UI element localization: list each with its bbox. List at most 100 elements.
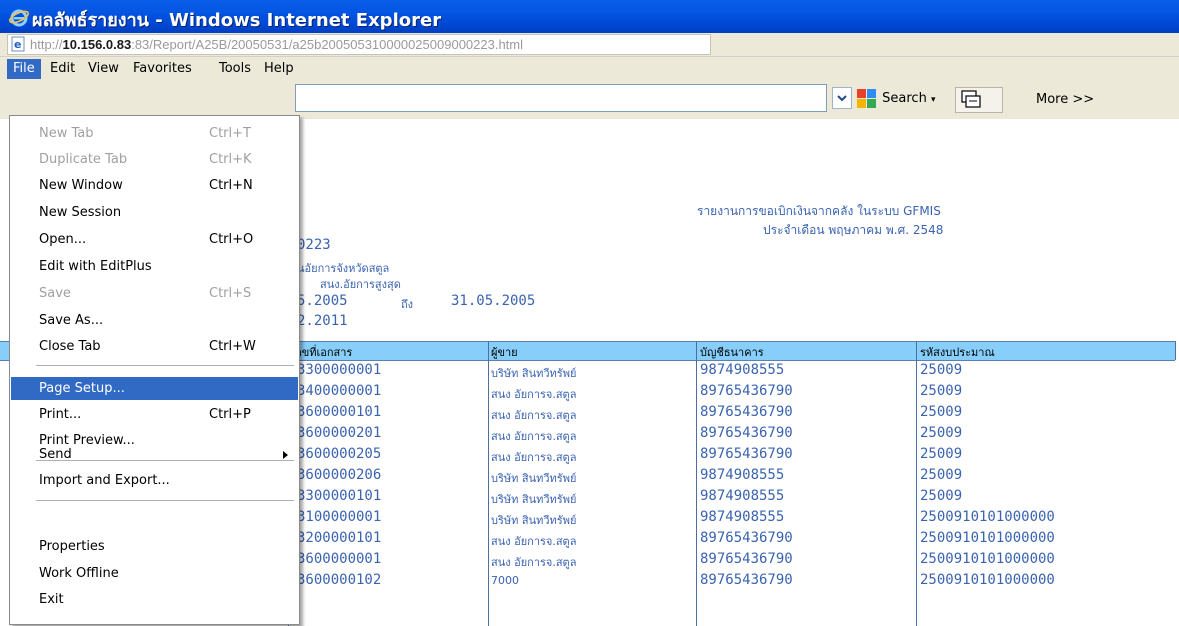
- cell-document-number: 3600000206: [297, 467, 382, 483]
- report-title: รายงานการขอเบิกเงินจากคลัง ในระบบ GFMIS: [697, 202, 941, 221]
- cell-budget-code: 2500910101000000: [920, 509, 1055, 525]
- menu-tools[interactable]: Tools: [213, 59, 257, 79]
- report-title-text: รายงานการขอเบิกเงินจากคลัง ในระบบ GFMIS: [697, 204, 941, 218]
- cell-budget-code: 25009: [920, 383, 963, 399]
- sub-organization-name: สนง.อัยการสูงสุด: [320, 278, 401, 291]
- menu-separator: [36, 500, 294, 501]
- menu-item-import-export[interactable]: Import and Export...: [11, 469, 298, 492]
- cell-bank-account: 9874908555: [700, 467, 785, 483]
- menu-item-label: Edit with EditPlus: [39, 259, 152, 274]
- menu-item-work-offline[interactable]: Work Offline: [11, 562, 298, 585]
- menu-item-label: Send: [39, 447, 72, 462]
- column-header-vendor: ผู้ขาย: [491, 346, 518, 359]
- chevron-down-icon: [837, 95, 847, 102]
- address-field[interactable]: e http://10.156.0.83:83/Report/A25B/2005…: [7, 34, 711, 55]
- menu-item-exit[interactable]: Exit: [11, 588, 298, 611]
- svg-text:e: e: [14, 38, 21, 51]
- cell-budget-code: 25009: [920, 488, 963, 504]
- cell-vendor: บริษัท สินทวีทรัพย์: [491, 472, 577, 485]
- menu-item-save[interactable]: Save Ctrl+S: [11, 282, 298, 305]
- cell-budget-code: 25009: [920, 425, 963, 441]
- menu-item-new-window[interactable]: New Window Ctrl+N: [11, 174, 298, 197]
- menu-item-send-row[interactable]: Send: [11, 443, 298, 466]
- cell-bank-account: 9874908555: [700, 509, 785, 525]
- window-titlebar: ผลลัพธ์รายงาน - Windows Internet Explore…: [0, 0, 1179, 34]
- cell-vendor: บริษัท สินทวีทรัพย์: [491, 367, 577, 380]
- to-word: ถึง: [401, 298, 414, 311]
- cell-document-number: 3600000001: [297, 551, 382, 567]
- file-menu-dropdown: New Tab Ctrl+T Duplicate Tab Ctrl+K New Wi…: [9, 115, 300, 625]
- menu-favorites[interactable]: Favorites: [127, 59, 198, 79]
- menu-item-properties[interactable]: Properties: [11, 535, 298, 558]
- menu-item-new-session[interactable]: New Session: [11, 201, 298, 224]
- menu-item-label: Open...: [39, 232, 87, 247]
- cell-document-number: 3300000101: [297, 488, 382, 504]
- cell-bank-account: 9874908555: [700, 362, 785, 378]
- menu-item-label: Save As...: [39, 313, 104, 328]
- cell-vendor: สนง อัยการจ.สตูล: [491, 409, 577, 422]
- cell-vendor: บริษัท สินทวีทรัพย์: [491, 493, 577, 506]
- cell-document-number: 3600000102: [297, 572, 382, 588]
- cell-bank-account: 89765436790: [700, 446, 793, 462]
- menu-item-label: Save: [39, 286, 71, 301]
- cell-vendor: สนง อัยการจ.สตูล: [491, 430, 577, 443]
- menu-view[interactable]: View: [82, 59, 125, 79]
- cell-bank-account: 89765436790: [700, 383, 793, 399]
- menu-item-shortcut: Ctrl+W: [209, 339, 256, 354]
- cell-vendor: สนง อัยการจ.สตูล: [491, 388, 577, 401]
- menu-item-save-as[interactable]: Save As...: [11, 309, 298, 332]
- menu-separator: [36, 365, 294, 366]
- cell-document-number: 3300000001: [297, 362, 382, 378]
- column-header-doc: ลขที่เอกสาร: [295, 346, 353, 359]
- menu-item-label: Properties: [39, 539, 105, 554]
- menu-item-page-setup[interactable]: Page Setup...: [11, 377, 298, 400]
- menu-item-new-tab[interactable]: New Tab Ctrl+T: [11, 122, 298, 145]
- cell-vendor: บริษัท สินทวีทรัพย์: [491, 514, 577, 527]
- url-prefix: http://: [30, 37, 63, 52]
- menu-item-shortcut: Ctrl+S: [209, 286, 252, 301]
- menu-item-label: Print...: [39, 407, 82, 422]
- from-date: 5.2005: [297, 293, 348, 309]
- url-text[interactable]: http://10.156.0.83:83/Report/A25B/200505…: [30, 37, 523, 52]
- menu-item-shortcut: Ctrl+T: [209, 126, 251, 141]
- cell-budget-code: 2500910101000000: [920, 530, 1055, 546]
- menu-item-label: Duplicate Tab: [39, 152, 128, 167]
- page-icon: e: [11, 36, 25, 52]
- cell-document-number: 3600000205: [297, 446, 382, 462]
- menu-bar: File Edit View Favorites Tools Help: [0, 57, 1179, 81]
- more-button[interactable]: More >>: [1036, 88, 1094, 112]
- menu-help[interactable]: Help: [258, 59, 300, 79]
- menu-file[interactable]: File: [7, 59, 41, 79]
- menu-item-shortcut: Ctrl+P: [209, 407, 251, 422]
- cell-budget-code: 25009: [920, 362, 963, 378]
- cell-vendor: สนง อัยการจ.สตูล: [491, 556, 577, 569]
- search-label: Search: [882, 91, 927, 106]
- page-menu-button[interactable]: [955, 87, 1003, 113]
- toolbar-search-box[interactable]: [295, 84, 827, 112]
- menu-item-edit-with-editplus[interactable]: Edit with EditPlus: [11, 255, 298, 278]
- menu-item-shortcut: Ctrl+N: [209, 178, 253, 193]
- cell-bank-account: 89765436790: [700, 425, 793, 441]
- menu-item-duplicate-tab[interactable]: Duplicate Tab Ctrl+K: [11, 148, 298, 171]
- menu-edit[interactable]: Edit: [44, 59, 81, 79]
- menu-item-shortcut: Ctrl+O: [209, 232, 254, 247]
- google-icon: [857, 88, 876, 108]
- cell-vendor: 7000: [491, 574, 519, 587]
- submenu-arrow-icon: [283, 451, 288, 459]
- menu-item-print[interactable]: Print... Ctrl+P: [11, 403, 298, 426]
- column-header-budget: รหัสงบประมาณ: [920, 346, 995, 359]
- cell-bank-account: 89765436790: [700, 551, 793, 567]
- cell-document-number: 3600000101: [297, 404, 382, 420]
- internet-explorer-icon: [8, 9, 30, 27]
- menu-item-label: New Session: [39, 205, 122, 220]
- menu-item-open[interactable]: Open... Ctrl+O: [11, 228, 298, 251]
- menu-item-close-tab[interactable]: Close Tab Ctrl+W: [11, 335, 298, 358]
- menu-item-label: Work Offline: [39, 566, 119, 581]
- search-dropdown-button[interactable]: [832, 87, 852, 109]
- menu-item-label: Close Tab: [39, 339, 101, 354]
- google-search-button[interactable]: Search ▾: [856, 87, 935, 111]
- cell-budget-code: 2500910101000000: [920, 572, 1055, 588]
- cell-document-number: 3200000101: [297, 530, 382, 546]
- menu-item-shortcut: Ctrl+K: [209, 152, 252, 167]
- to-date: 31.05.2005: [451, 293, 536, 309]
